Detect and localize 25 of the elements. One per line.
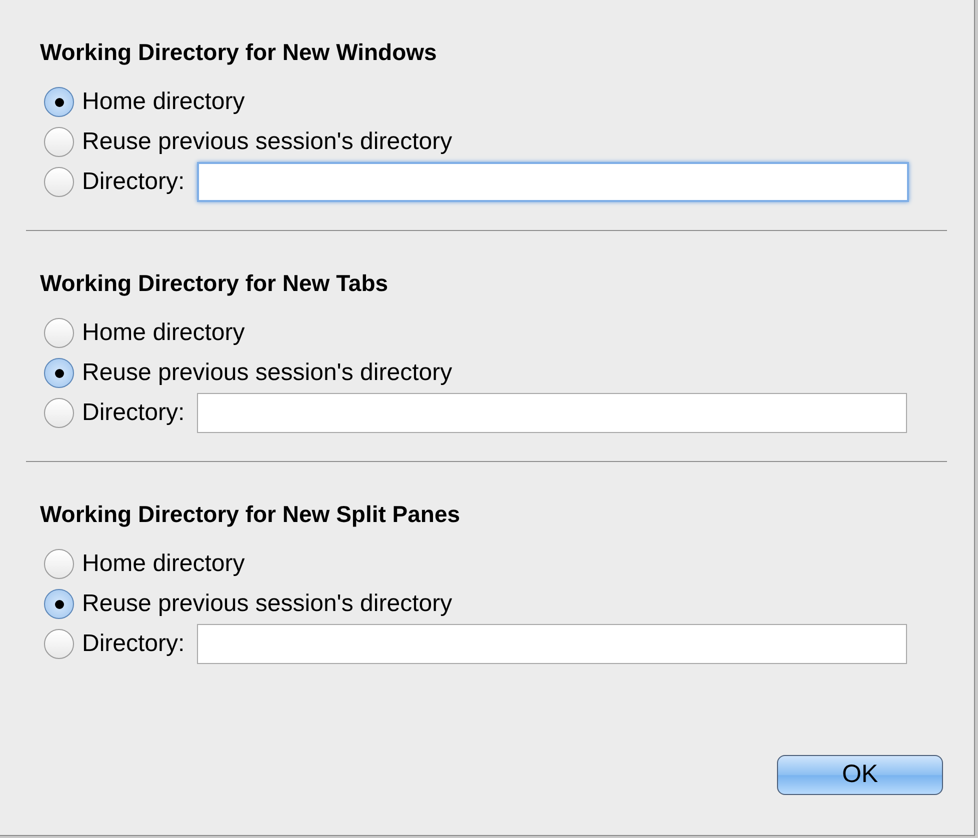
option-label[interactable]: Home directory — [82, 87, 245, 117]
radio-button[interactable] — [44, 549, 74, 579]
directory-field[interactable] — [196, 393, 907, 433]
option-label[interactable]: Directory: — [82, 629, 185, 659]
option-label[interactable]: Home directory — [82, 318, 245, 348]
radio-button[interactable] — [44, 318, 74, 348]
radio-button[interactable] — [44, 629, 74, 659]
option-label[interactable]: Reuse previous session's directory — [82, 589, 452, 619]
section-title: Working Directory for New Tabs — [40, 269, 388, 298]
section-title: Working Directory for New Windows — [40, 38, 437, 67]
option-label[interactable]: Reuse previous session's directory — [82, 358, 452, 388]
radio-button[interactable] — [44, 589, 74, 619]
radio-button[interactable] — [44, 87, 74, 117]
radio-button[interactable] — [44, 127, 74, 157]
option-label[interactable]: Directory: — [82, 398, 185, 428]
option-label[interactable]: Reuse previous session's directory — [82, 127, 452, 157]
radio-button[interactable] — [44, 167, 74, 197]
directory-field[interactable] — [196, 162, 909, 202]
directory-field[interactable] — [196, 624, 907, 664]
section-title: Working Directory for New Split Panes — [40, 500, 460, 529]
option-label[interactable]: Home directory — [82, 549, 245, 579]
option-label[interactable]: Directory: — [82, 167, 185, 197]
ok-button[interactable]: OK — [777, 755, 943, 795]
radio-button[interactable] — [44, 398, 74, 428]
radio-button[interactable] — [44, 358, 74, 388]
